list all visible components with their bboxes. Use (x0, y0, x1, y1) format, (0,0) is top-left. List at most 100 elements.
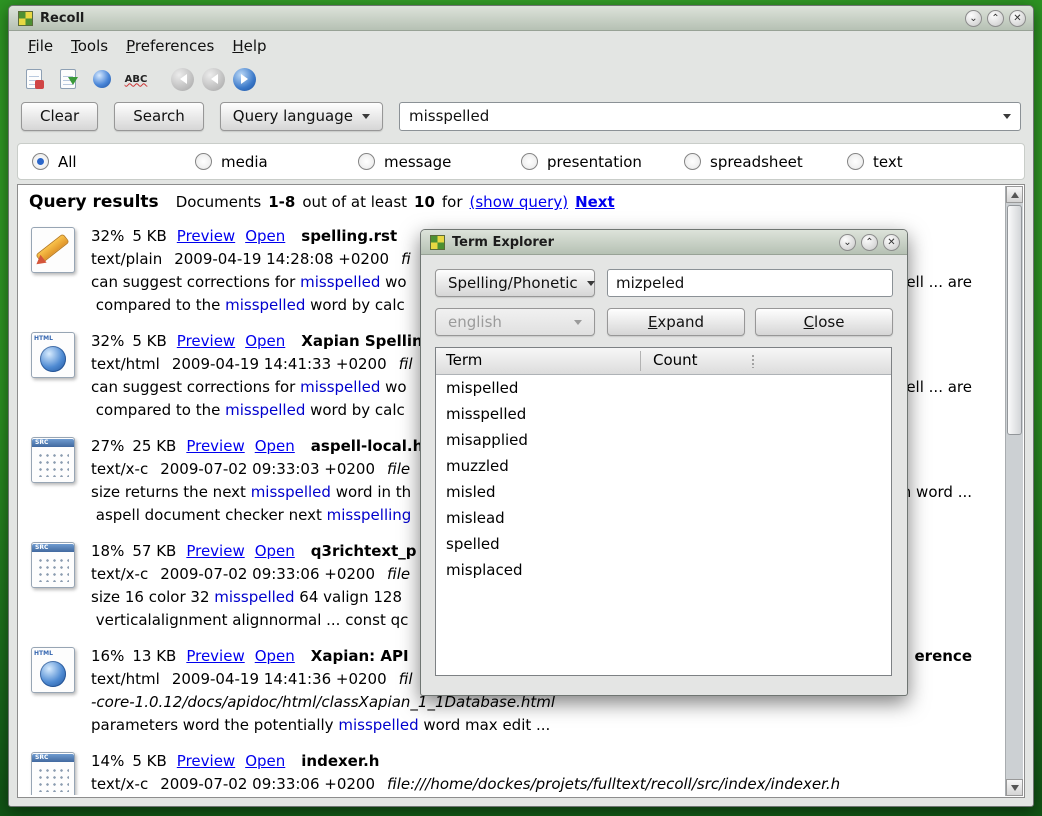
term-cell: misspelled (436, 405, 526, 423)
scroll-up-button[interactable] (1006, 186, 1023, 203)
search-bar: Clear Search Query language (9, 97, 1033, 135)
file-size: 5 KB (132, 752, 166, 770)
abstract-text: parameters word the potentially (91, 716, 338, 734)
term-row[interactable]: misapplied (436, 427, 891, 453)
filter-presentation[interactable]: presentation (521, 153, 684, 171)
filter-spreadsheet[interactable]: spreadsheet (684, 153, 847, 171)
mime-type: text/html (91, 355, 160, 373)
term-cell: mispelled (436, 379, 518, 397)
arrow-down-icon (1011, 785, 1019, 795)
filter-all[interactable]: All (32, 153, 195, 171)
search-button[interactable]: Search (114, 102, 204, 131)
term-row[interactable]: mislead (436, 505, 891, 531)
term-row[interactable]: misled (436, 479, 891, 505)
clear-button[interactable]: Clear (21, 102, 98, 131)
result-meta-line: text/x-c2009-07-02 09:33:06 +0200file://… (91, 773, 1002, 795)
clock-icon (91, 68, 113, 90)
expansion-mode-select[interactable]: Spelling/Phonetic (435, 269, 595, 297)
preview-link[interactable]: Preview (177, 332, 235, 350)
result-date: 2009-04-19 14:41:36 +0200 (172, 670, 387, 688)
preview-link[interactable]: Preview (177, 227, 235, 245)
term-column-header[interactable]: Term (446, 351, 482, 369)
open-link[interactable]: Open (255, 647, 295, 665)
menu-file[interactable]: File (19, 34, 62, 58)
scrollbar-thumb[interactable] (1007, 205, 1022, 435)
expand-button[interactable]: Expand (607, 308, 745, 336)
radio-button-icon (32, 153, 49, 170)
menu-preferences[interactable]: Preferences (117, 34, 223, 58)
open-link[interactable]: Open (255, 437, 295, 455)
save-query-button[interactable] (55, 66, 81, 92)
term-row[interactable]: misspelled (436, 401, 891, 427)
term-cell: misapplied (436, 431, 528, 449)
preview-link[interactable]: Preview (186, 647, 244, 665)
query-language-select[interactable]: Query language (220, 102, 383, 131)
preview-link[interactable]: Preview (186, 542, 244, 560)
term-row[interactable]: misplaced (436, 557, 891, 583)
preview-link[interactable]: Preview (186, 437, 244, 455)
term-cell: muzzled (436, 457, 509, 475)
result-row: SRC14%5 KBPreviewOpenindexer.htext/x-c20… (27, 750, 1002, 795)
first-page-button[interactable] (171, 68, 194, 91)
scroll-down-button[interactable] (1006, 779, 1023, 796)
mime-type: text/x-c (91, 460, 148, 478)
abstract-text: word in th (331, 483, 411, 501)
show-query-link[interactable]: (show query) (470, 193, 569, 211)
query-history-button[interactable] (89, 66, 115, 92)
term-row[interactable]: muzzled (436, 453, 891, 479)
abstract-text: 64 valign 128 (295, 588, 402, 606)
open-link[interactable]: Open (245, 752, 285, 770)
filter-text[interactable]: text (847, 153, 1010, 171)
query-combobox[interactable] (399, 102, 1021, 131)
titlebar[interactable]: Recoll ⌄ ⌃ ✕ (9, 6, 1033, 31)
result-url: file:///home/dockes/projets/fulltext/rec… (387, 775, 840, 793)
menu-help[interactable]: Help (223, 34, 275, 58)
open-link[interactable]: Open (245, 332, 285, 350)
term-explorer-dialog: Term Explorer ⌄ ⌃ ✕ Spelling/Phonetic en… (420, 229, 908, 696)
term-row[interactable]: spelled (436, 531, 891, 557)
term-cell: misplaced (436, 561, 522, 579)
results-scrollbar[interactable] (1005, 186, 1023, 796)
chevron-down-icon[interactable] (1003, 114, 1011, 123)
close-button[interactable]: ✕ (1009, 10, 1026, 27)
maximize-button[interactable]: ⌃ (987, 10, 1004, 27)
term-row[interactable]: mispelled (436, 375, 891, 401)
open-link[interactable]: Open (255, 542, 295, 560)
dialog-close-x-button[interactable]: ✕ (883, 234, 900, 251)
menubar: FileToolsPreferencesHelp (9, 31, 1033, 61)
dialog-close-button[interactable]: Close (755, 308, 893, 336)
abstract-text: word by calc (305, 296, 404, 314)
term-table-header[interactable]: Term Count (436, 348, 891, 375)
column-separator-handle[interactable] (752, 354, 754, 368)
abstract-fragment: n word ... (902, 481, 972, 504)
menu-tools[interactable]: Tools (62, 34, 117, 58)
term-explorer-button[interactable]: ABC (123, 66, 149, 92)
preview-link[interactable]: Preview (177, 752, 235, 770)
relevance-percent: 32% (91, 332, 124, 350)
dialog-maximize-button[interactable]: ⌃ (861, 234, 878, 251)
highlight-term: misspelled (225, 296, 305, 314)
term-cell: mislead (436, 509, 505, 527)
radio-button-icon (684, 153, 701, 170)
result-title: q3richtext_p (311, 542, 417, 560)
html-file-icon: HTML (29, 647, 77, 693)
term-input[interactable] (607, 269, 893, 297)
abstract-text: word by calc (305, 401, 404, 419)
recoll-app-icon (430, 235, 445, 250)
toolbar: ABC (9, 61, 1033, 97)
next-page-link[interactable]: Next (575, 193, 615, 211)
clear-search-button[interactable] (21, 66, 47, 92)
open-link[interactable]: Open (245, 227, 285, 245)
shade-button[interactable]: ⌄ (965, 10, 982, 27)
search-input[interactable] (409, 107, 1003, 125)
prev-page-button[interactable] (202, 68, 225, 91)
dialog-shade-button[interactable]: ⌄ (839, 234, 856, 251)
count-column-header[interactable]: Count (653, 351, 698, 369)
next-page-button[interactable] (233, 68, 256, 91)
highlight-term: misspelled (214, 588, 294, 606)
filter-media[interactable]: media (195, 153, 358, 171)
highlight-term: misspelled (338, 716, 418, 734)
language-label: english (448, 313, 502, 331)
filter-message[interactable]: message (358, 153, 521, 171)
dialog-titlebar[interactable]: Term Explorer ⌄ ⌃ ✕ (421, 230, 907, 255)
